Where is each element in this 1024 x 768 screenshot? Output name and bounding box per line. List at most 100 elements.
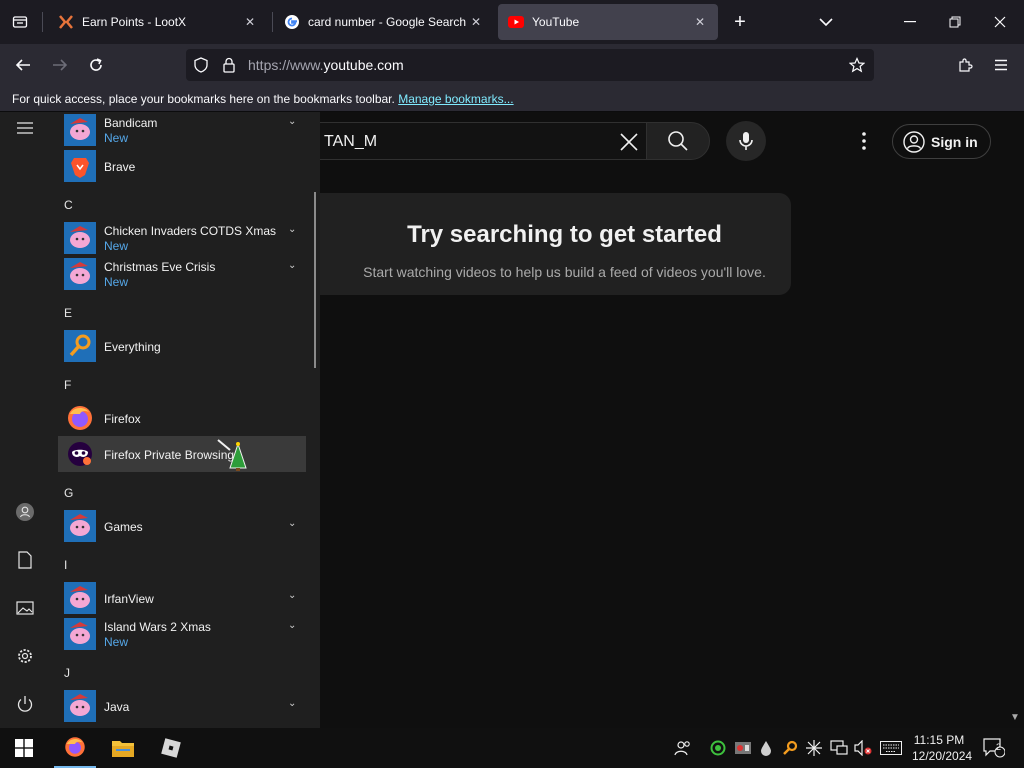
chevron-down-icon[interactable]: ⌄ — [288, 518, 296, 529]
tab-separator — [272, 12, 273, 32]
clock-time: 11:15 PM — [913, 733, 965, 747]
app-island-wars-2-xmas[interactable]: Island Wars 2 Xmas New ⌄ — [58, 616, 306, 652]
forward-arrow-icon[interactable] — [49, 54, 71, 76]
start-button[interactable] — [0, 728, 48, 768]
roblox-logo-icon — [161, 738, 181, 758]
pictures-icon[interactable] — [13, 596, 37, 620]
tab-title: card number - Google Search — [308, 15, 467, 29]
sign-in-button[interactable]: Sign in — [892, 124, 991, 159]
expand-menu-hamburger-icon[interactable] — [13, 116, 37, 140]
youtube-search-button[interactable] — [646, 122, 710, 160]
people-icon[interactable] — [672, 728, 694, 768]
touch-keyboard-icon[interactable] — [878, 728, 904, 768]
chevron-down-icon[interactable]: ⌄ — [288, 260, 296, 271]
tray-green-circle-icon[interactable] — [708, 728, 728, 768]
game-pig-icon — [64, 258, 96, 290]
extensions-puzzle-icon[interactable] — [954, 54, 976, 76]
chevron-down-icon[interactable]: ⌄ — [288, 620, 296, 631]
section-letter-i[interactable]: I — [64, 558, 67, 572]
new-badge: New — [104, 635, 129, 649]
app-bandicam[interactable]: Bandicam New ⌄ — [58, 112, 306, 148]
notification-count: 2 — [996, 742, 1002, 752]
url-bar[interactable]: https://www.youtube.com — [186, 49, 874, 81]
clock-date: 12/20/2024 — [912, 749, 973, 763]
section-letter-c[interactable]: C — [64, 198, 73, 212]
app-folder-java[interactable]: Java ⌄ — [58, 688, 306, 724]
chevron-down-icon[interactable]: ⌄ — [288, 590, 296, 601]
clear-search-icon[interactable] — [616, 129, 642, 155]
volume-muted-icon[interactable] — [852, 728, 874, 768]
app-name: Chicken Invaders COTDS Xmas — [104, 224, 277, 238]
app-christmas-eve-crisis[interactable]: Christmas Eve Crisis New ⌄ — [58, 256, 306, 292]
network-icon[interactable] — [828, 728, 850, 768]
app-name: Island Wars 2 Xmas — [104, 620, 211, 634]
clock[interactable]: 11:15 PM 12/20/2024 — [912, 732, 973, 764]
app-everything[interactable]: Everything — [58, 328, 306, 364]
tab-lootx[interactable]: Earn Points - LootX ✕ — [48, 4, 268, 40]
hamburger-menu-icon[interactable] — [990, 54, 1012, 76]
app-firefox[interactable]: Firefox — [58, 400, 306, 436]
settings-gear-icon[interactable] — [13, 644, 37, 668]
tray-everything-search-icon[interactable] — [780, 728, 800, 768]
game-pig-icon — [64, 690, 96, 722]
section-letter-f[interactable]: F — [64, 378, 71, 392]
manage-bookmarks-link[interactable]: Manage bookmarks... — [398, 92, 513, 106]
user-account-icon[interactable] — [13, 500, 37, 524]
minimize-icon[interactable] — [900, 12, 920, 32]
section-letter-j[interactable]: J — [64, 666, 70, 680]
url-text: https://www.youtube.com — [248, 57, 404, 73]
taskbar-file-explorer[interactable] — [102, 728, 144, 768]
app-firefox-private-browsing[interactable]: Firefox Private Browsing — [58, 436, 306, 472]
youtube-favicon — [508, 14, 524, 30]
close-tab-icon[interactable]: ✕ — [468, 15, 484, 29]
tray-bandicam-icon[interactable] — [732, 728, 754, 768]
game-pig-icon — [64, 222, 96, 254]
tab-youtube[interactable]: YouTube ✕ — [498, 4, 718, 40]
url-prefix: https://www. — [248, 57, 324, 73]
empty-feed-card: Try searching to get started Start watch… — [308, 193, 791, 295]
chevron-down-icon[interactable]: ⌄ — [288, 224, 296, 235]
reload-icon[interactable] — [85, 54, 107, 76]
close-tab-icon[interactable]: ✕ — [242, 15, 258, 29]
app-folder-games[interactable]: Games ⌄ — [58, 508, 306, 544]
section-letter-g[interactable]: G — [64, 486, 73, 500]
scroll-down-arrow-icon[interactable]: ▼ — [1010, 712, 1020, 723]
game-pig-icon — [64, 618, 96, 650]
bookmarks-toolbar: For quick access, place your bookmarks h… — [0, 86, 1024, 112]
tab-google-search[interactable]: card number - Google Search ✕ — [274, 4, 494, 40]
chevron-down-icon[interactable]: ⌄ — [288, 116, 296, 127]
action-center-button[interactable]: 2 — [978, 728, 1010, 768]
app-name: Christmas Eve Crisis — [104, 260, 216, 274]
power-icon[interactable] — [13, 692, 37, 716]
section-letter-e[interactable]: E — [64, 306, 72, 320]
back-arrow-icon[interactable] — [12, 54, 34, 76]
tab-separator — [42, 12, 43, 32]
app-irfanview[interactable]: IrfanView ⌄ — [58, 580, 306, 616]
bookmark-star-icon[interactable] — [848, 56, 866, 74]
close-window-icon[interactable] — [990, 12, 1010, 32]
tray-droplet-icon[interactable] — [756, 728, 776, 768]
tab-title: YouTube — [532, 15, 580, 29]
game-pig-icon — [64, 114, 96, 146]
tray-sparkle-icon[interactable] — [804, 728, 824, 768]
youtube-search-input[interactable]: TAN_M — [324, 133, 377, 151]
app-list-scrollbar[interactable] — [314, 192, 316, 368]
app-name: Java — [104, 700, 130, 714]
empty-feed-title: Try searching to get started — [407, 221, 722, 248]
taskbar-firefox[interactable] — [54, 728, 96, 768]
app-chicken-invaders[interactable]: Chicken Invaders COTDS Xmas New ⌄ — [58, 220, 306, 256]
app-name: Brave — [104, 160, 136, 174]
chevron-down-icon[interactable]: ⌄ — [288, 698, 296, 709]
firefox-view-icon[interactable] — [10, 12, 30, 32]
taskbar-roblox[interactable] — [150, 728, 192, 768]
more-options-icon[interactable] — [852, 128, 876, 154]
tracking-protection-shield-icon[interactable] — [192, 56, 210, 74]
app-brave[interactable]: Brave — [58, 148, 306, 184]
voice-search-button[interactable] — [726, 121, 766, 161]
documents-icon[interactable] — [13, 548, 37, 572]
new-tab-icon[interactable]: + — [730, 11, 750, 33]
list-all-tabs-chevron-icon[interactable] — [816, 12, 836, 32]
restore-icon[interactable] — [945, 12, 965, 32]
close-tab-icon[interactable]: ✕ — [692, 15, 708, 29]
lock-icon[interactable] — [220, 56, 238, 74]
